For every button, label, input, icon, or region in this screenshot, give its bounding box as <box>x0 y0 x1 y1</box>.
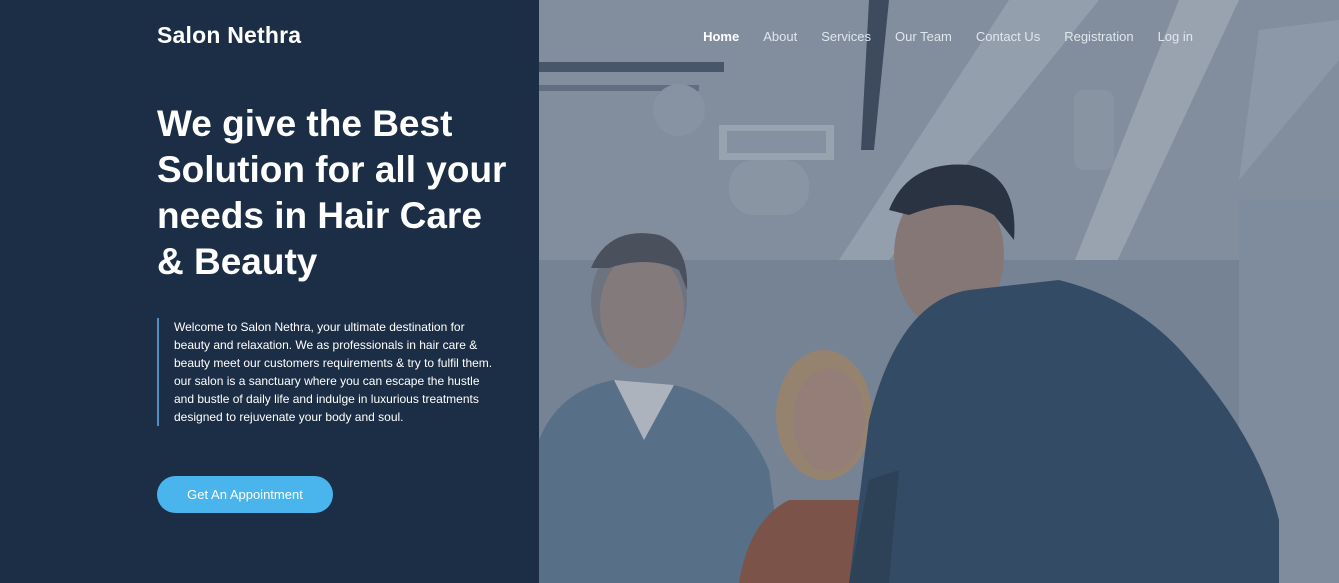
nav-item-contact-us[interactable]: Contact Us <box>976 29 1040 45</box>
main-nav: Home About Services Our Team Contact Us … <box>679 29 1193 45</box>
get-appointment-button[interactable]: Get An Appointment <box>157 476 333 513</box>
brand-logo[interactable]: Salon Nethra <box>157 22 301 49</box>
nav-item-our-team[interactable]: Our Team <box>895 29 952 45</box>
nav-item-services[interactable]: Services <box>821 29 871 45</box>
nav-item-about[interactable]: About <box>763 29 797 45</box>
nav-item-log-in[interactable]: Log in <box>1158 29 1193 45</box>
hero-photo-illustration <box>539 0 1339 583</box>
nav-item-registration[interactable]: Registration <box>1064 29 1133 45</box>
hero-photo <box>539 0 1339 583</box>
hero-headline: We give the Best Solution for all your n… <box>157 103 507 282</box>
nav-item-home[interactable]: Home <box>703 29 739 45</box>
hero-intro-text: Welcome to Salon Nethra, your ultimate d… <box>157 318 497 426</box>
